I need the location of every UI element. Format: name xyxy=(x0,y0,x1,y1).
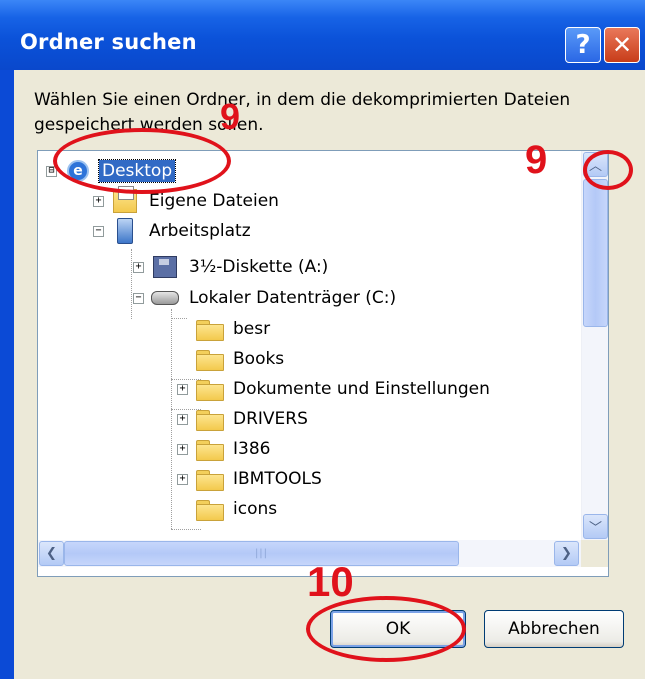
my-computer-icon xyxy=(110,218,140,244)
folder-icon xyxy=(194,497,224,521)
expand-icon[interactable]: + xyxy=(177,413,188,425)
expand-icon[interactable]: + xyxy=(177,443,188,455)
folder-icon xyxy=(194,407,224,431)
tree-line xyxy=(171,309,172,529)
scroll-left-button[interactable]: ❮ xyxy=(39,541,64,566)
tree-item-label: besr xyxy=(233,319,271,339)
annotation-ellipse-desktop xyxy=(53,128,231,194)
chevron-down-icon: ﹀ xyxy=(588,521,602,536)
vertical-scroll-thumb[interactable] xyxy=(583,179,608,327)
tree-item-drivers[interactable]: + DRIVERS xyxy=(177,405,311,433)
hard-drive-icon xyxy=(150,286,180,310)
chevron-left-icon: ❮ xyxy=(46,546,57,561)
tree-item-icons[interactable]: icons xyxy=(177,495,280,523)
scroll-down-button[interactable]: ﹀ xyxy=(583,514,608,539)
vertical-scrollbar[interactable]: ︿ ﹀ xyxy=(581,151,608,540)
tree-item-label: IBMTOOLS xyxy=(233,469,322,489)
tree-item-label: Books xyxy=(233,349,285,369)
tree-item-ibmtools[interactable]: + IBMTOOLS xyxy=(177,465,325,493)
tree-item-i386[interactable]: + I386 xyxy=(177,435,273,463)
scroll-right-button[interactable]: ❯ xyxy=(554,541,579,566)
expand-icon[interactable]: + xyxy=(177,383,188,395)
tree-item-label: Eigene Dateien xyxy=(149,191,279,211)
horizontal-scroll-thumb[interactable]: ||| xyxy=(64,541,459,566)
help-icon: ? xyxy=(575,30,591,60)
folder-icon xyxy=(194,377,224,401)
tree-item-label: icons xyxy=(233,499,278,519)
folder-tree[interactable]: ⊟ e Desktop + Eigene Dateien − Arbeitspl… xyxy=(37,150,609,577)
tree-item-label: 3½-Diskette (A:) xyxy=(189,257,329,277)
tree-item-arbeitsplatz[interactable]: − Arbeitsplatz xyxy=(93,217,254,245)
chevron-right-icon: ❯ xyxy=(561,546,572,561)
folder-icon xyxy=(194,347,224,371)
expand-icon[interactable]: + xyxy=(133,261,144,273)
folder-icon xyxy=(194,467,224,491)
grip-icon: ||| xyxy=(254,548,269,559)
annotation-step-10-ok: 10 xyxy=(307,558,354,605)
annotation-step-9-scroll: 9 xyxy=(525,138,548,182)
tree-item-diskette[interactable]: + 3½-Diskette (A:) xyxy=(133,253,331,281)
collapse-icon[interactable]: − xyxy=(133,292,144,304)
tree-item-dokumente-und-einstellungen[interactable]: + Dokumente und Einstellungen xyxy=(177,375,493,403)
tree-item-label: Dokumente und Einstellungen xyxy=(233,379,490,399)
cancel-button[interactable]: Abbrechen xyxy=(484,610,624,648)
tree-item-lokaler-datentraeger[interactable]: − Lokaler Datenträger (C:) xyxy=(133,284,399,312)
tree-item-label: Lokaler Datenträger (C:) xyxy=(189,288,397,308)
folder-tree-content: ⊟ e Desktop + Eigene Dateien − Arbeitspl… xyxy=(38,151,581,540)
close-icon: ✕ xyxy=(611,31,633,59)
folder-icon xyxy=(194,317,224,341)
tree-item-books[interactable]: Books xyxy=(177,345,287,373)
tree-item-label: DRIVERS xyxy=(233,409,308,429)
help-button[interactable]: ? xyxy=(565,27,601,63)
expand-icon[interactable]: + xyxy=(93,195,104,207)
close-button[interactable]: ✕ xyxy=(604,27,640,63)
tree-line xyxy=(171,529,201,530)
floppy-drive-icon xyxy=(150,255,180,279)
folder-icon xyxy=(194,437,224,461)
scrollbar-corner xyxy=(581,540,608,567)
title-bar[interactable]: Ordner suchen ? ✕ xyxy=(0,0,645,70)
tree-item-label: I386 xyxy=(233,439,271,459)
tree-line xyxy=(131,249,132,319)
annotation-step-9-desktop: 9 xyxy=(220,96,241,137)
expand-icon[interactable]: + xyxy=(177,473,188,485)
tree-item-besr[interactable]: besr xyxy=(177,315,273,343)
window-title: Ordner suchen xyxy=(20,30,197,54)
annotation-ellipse-scroll-up xyxy=(583,150,633,190)
tree-item-label: Arbeitsplatz xyxy=(149,221,251,241)
collapse-icon[interactable]: − xyxy=(93,225,104,237)
